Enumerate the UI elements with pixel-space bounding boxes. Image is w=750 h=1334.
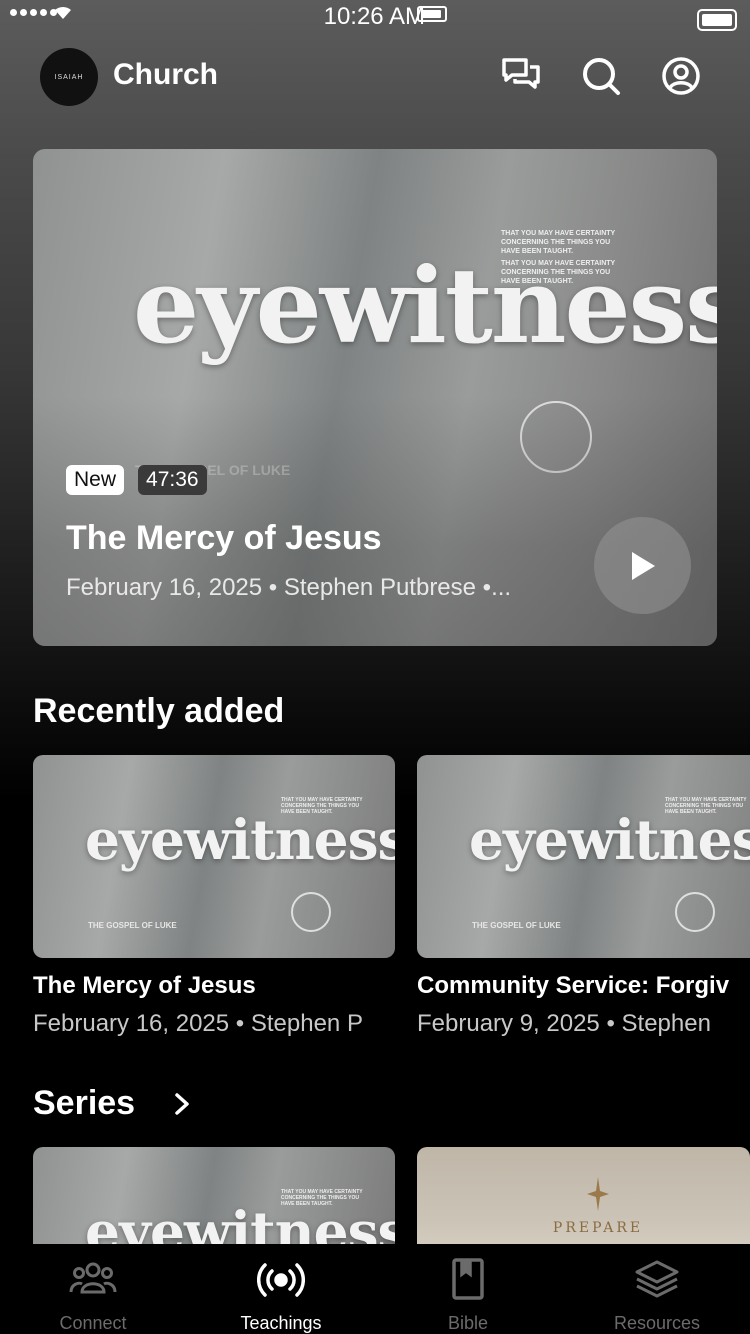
church-logo[interactable]: ISAIAH xyxy=(40,48,98,106)
play-button[interactable] xyxy=(594,517,691,614)
teaching-card[interactable]: THAT YOU MAY HAVE CERTAINTY CONCERNING T… xyxy=(417,755,750,1038)
teaching-thumbnail: THAT YOU MAY HAVE CERTAINTY CONCERNING T… xyxy=(417,755,750,958)
star-icon xyxy=(587,1177,609,1211)
artwork-title: eyewitness xyxy=(469,807,750,872)
series-art-title: PREPARE xyxy=(552,1220,644,1236)
hero-badges: New 47:36 xyxy=(66,465,207,495)
tab-label: Resources xyxy=(613,1313,701,1333)
app-title: Church xyxy=(113,58,218,91)
emblem-icon xyxy=(520,401,592,473)
app-header: ISAIAH Church xyxy=(0,40,750,112)
tab-bar: Connect Teachings Bible Resources xyxy=(0,1244,750,1334)
tab-label: Teachings xyxy=(240,1313,322,1333)
card-title: Community Service: Forgiv xyxy=(417,972,730,999)
status-time: 10:26 AM xyxy=(323,3,425,30)
emblem-icon xyxy=(291,892,331,932)
new-badge: New xyxy=(66,465,125,495)
tab-resources[interactable]: Resources xyxy=(582,1258,732,1334)
book-icon xyxy=(452,1258,484,1300)
profile-icon[interactable] xyxy=(661,56,701,96)
status-bar: 10:26 AM xyxy=(0,0,750,36)
play-icon xyxy=(631,551,655,580)
card-title: The Mercy of Jesus xyxy=(33,972,256,999)
teaching-thumbnail: THAT YOU MAY HAVE CERTAINTY CONCERNING T… xyxy=(33,755,395,958)
teaching-card[interactable]: THAT YOU MAY HAVE CERTAINTY CONCERNING T… xyxy=(33,755,395,1038)
broadcast-icon xyxy=(257,1263,305,1297)
battery-icon xyxy=(417,6,447,22)
artwork-subtitle: THE GOSPEL OF LUKE xyxy=(472,921,561,930)
duration-badge: 47:36 xyxy=(138,465,207,495)
featured-teaching-card[interactable]: THAT YOU MAY HAVE CERTAINTY CONCERNING T… xyxy=(33,149,717,646)
tab-connect[interactable]: Connect xyxy=(18,1258,168,1334)
tab-bible[interactable]: Bible xyxy=(393,1258,543,1334)
card-meta: February 9, 2025 • Stephen xyxy=(417,1010,711,1037)
card-meta: February 16, 2025 • Stephen P xyxy=(33,1010,363,1037)
chevron-right-icon[interactable] xyxy=(172,1092,192,1116)
artwork-title: eyewitness xyxy=(133,244,717,367)
tab-label: Connect xyxy=(59,1313,127,1333)
layers-icon xyxy=(635,1260,679,1298)
search-icon[interactable] xyxy=(581,56,621,96)
battery-icon xyxy=(697,9,737,31)
emblem-icon xyxy=(675,892,715,932)
tab-label: Bible xyxy=(447,1313,489,1333)
hero-meta: February 16, 2025 • Stephen Putbrese •..… xyxy=(66,574,512,601)
artwork-subtitle: THE GOSPEL OF LUKE xyxy=(88,921,177,930)
tab-teachings[interactable]: Teachings xyxy=(206,1258,356,1334)
people-icon xyxy=(69,1262,117,1294)
series-heading[interactable]: Series xyxy=(33,1084,135,1123)
recently-added-heading: Recently added xyxy=(33,692,285,730)
chat-icon[interactable] xyxy=(501,56,541,96)
hero-title: The Mercy of Jesus xyxy=(66,519,382,557)
artwork-title: eyewitness xyxy=(85,807,395,872)
